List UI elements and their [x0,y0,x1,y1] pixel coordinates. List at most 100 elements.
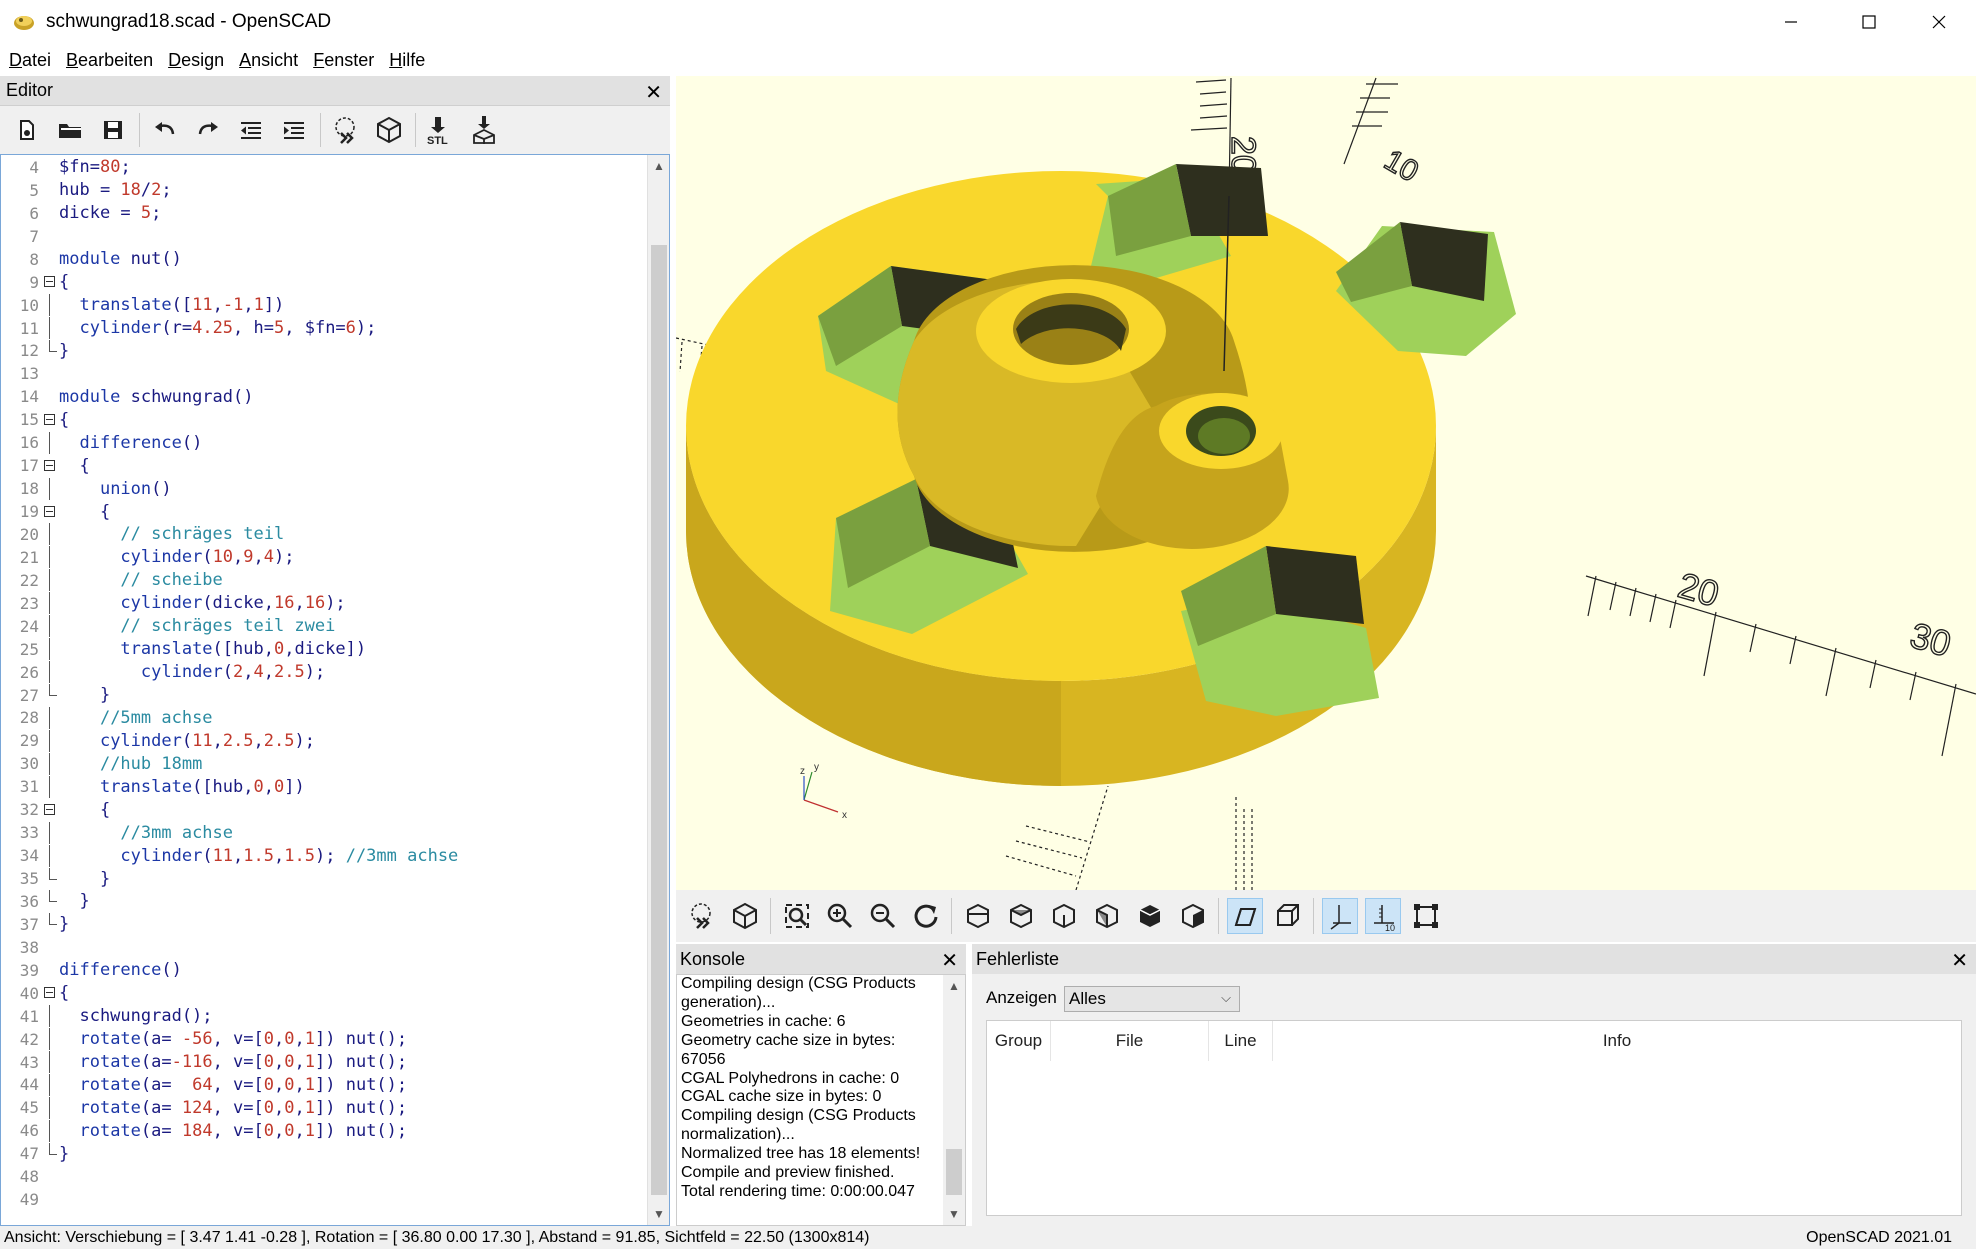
code-line[interactable]: 30 //hub 18mm [1,752,641,775]
indent-button[interactable] [277,113,311,147]
console-scrollbar[interactable]: ▲ ▼ [943,975,965,1225]
code-line[interactable]: 43 rotate(a=-116, v=[0,0,1]) nut(); [1,1051,641,1074]
code-line[interactable]: 31 translate([hub,0,0]) [1,775,641,798]
view-back-button[interactable] [1175,898,1211,934]
show-axes-button[interactable] [1322,898,1358,934]
fold-marker[interactable] [41,799,57,821]
column-header-file[interactable]: File [1051,1021,1209,1061]
code-line[interactable]: 25 translate([hub,0,dicke]) [1,638,641,661]
zoom-in-button[interactable] [822,898,858,934]
scroll-down-icon[interactable]: ▼ [653,1207,665,1221]
reset-view-button[interactable] [908,898,944,934]
maximize-button[interactable] [1834,0,1904,44]
save-button[interactable] [96,113,130,147]
code-line[interactable]: 4 $fn=80; [1,156,641,179]
close-window-button[interactable] [1904,0,1974,44]
view-top-button[interactable] [1003,898,1039,934]
code-line[interactable]: 48 [1,1165,641,1188]
new-file-button[interactable] [10,113,44,147]
code-line[interactable]: 22 // scheibe [1,569,641,592]
console-output[interactable]: Compiling design (CSG Products generation… [676,974,966,1226]
orthogonal-button[interactable] [1270,898,1306,934]
code-line[interactable]: 42 rotate(a= -56, v=[0,0,1]) nut(); [1,1028,641,1051]
code-line[interactable]: 28 //5mm achse [1,706,641,730]
menu-design[interactable]: Design [168,50,224,71]
code-line[interactable]: 20 // schräges teil [1,523,641,546]
send-to-print-button[interactable] [467,113,501,147]
code-line[interactable]: 9{ [1,271,641,294]
scroll-down-icon[interactable]: ▼ [948,1207,960,1221]
export-stl-button[interactable]: STL [424,113,458,147]
code-line[interactable]: 6 dicke = 5; [1,202,641,225]
code-line[interactable]: 46 rotate(a= 184, v=[0,0,1]) nut(); [1,1119,641,1142]
code-line[interactable]: 45 rotate(a= 124, v=[0,0,1]) nut(); [1,1096,641,1119]
perspective-button[interactable] [1227,898,1263,934]
code-line[interactable]: 14 module schwungrad() [1,385,641,408]
code-line[interactable]: 16 difference() [1,431,641,454]
code-line[interactable]: 17 { [1,454,641,477]
open-file-button[interactable] [53,113,87,147]
fold-marker[interactable] [41,455,57,477]
code-line[interactable]: 8 module nut() [1,248,641,271]
redo-button[interactable] [191,113,225,147]
scroll-up-icon[interactable]: ▲ [948,979,960,993]
3d-viewport[interactable]: 20 20 30 20 10 10 [676,76,1976,890]
code-line[interactable]: 21 cylinder(10,9,4); [1,546,641,569]
code-line[interactable]: 37} [1,913,641,936]
code-line[interactable]: 29 cylinder(11,2.5,2.5); [1,729,641,752]
editor-scrollbar[interactable]: ▲ ▼ [647,155,669,1225]
code-line[interactable]: 23 cylinder(dicke,16,16); [1,592,641,615]
code-line[interactable]: 10 translate([11,-1,1]) [1,294,641,317]
render-button[interactable] [372,113,406,147]
undo-button[interactable] [148,113,182,147]
code-line[interactable]: 34 cylinder(11,1.5,1.5); //3mm achse [1,844,641,867]
code-line[interactable]: 44 rotate(a= 64, v=[0,0,1]) nut(); [1,1073,641,1097]
filter-select[interactable]: Alles ⌵ [1064,986,1240,1012]
code-line[interactable]: 13 [1,362,641,385]
fold-marker[interactable] [41,271,57,293]
menu-hilfe[interactable]: Hilfe [389,50,425,71]
menu-datei[interactable]: Datei [9,50,51,71]
view-right-button[interactable] [960,898,996,934]
render-button[interactable] [727,898,763,934]
code-line[interactable]: 49 [1,1188,641,1211]
code-line[interactable]: 38 [1,936,641,959]
close-icon[interactable]: ✕ [645,80,662,105]
code-line[interactable]: 35 } [1,867,641,890]
code-line[interactable]: 26 cylinder(2,4,2.5); [1,661,641,684]
error-table[interactable]: Group File Line Info [986,1020,1962,1216]
code-line[interactable]: 15 { [1,408,641,431]
code-line[interactable]: 11 cylinder(r=4.25, h=5, $fn=6); [1,317,641,340]
code-line[interactable]: 47} [1,1142,641,1165]
fold-marker[interactable] [41,409,57,431]
menu-fenster[interactable]: Fenster [313,50,374,71]
zoom-out-button[interactable] [865,898,901,934]
show-edges-button[interactable] [1408,898,1444,934]
fold-marker[interactable] [41,982,57,1004]
code-line[interactable]: 24 // schräges teil zwei [1,615,641,638]
code-line[interactable]: 5 hub = 18/2; [1,179,641,202]
column-header-info[interactable]: Info [1273,1021,1961,1061]
preview-button[interactable] [329,113,363,147]
console-scroll-thumb[interactable] [946,1149,962,1195]
code-line[interactable]: 41 schwungrad(); [1,1005,641,1028]
code-editor[interactable]: 4 $fn=80; 5 hub = 18/2; 6 dicke = 5; 7 8 module … [0,154,670,1226]
scroll-up-icon[interactable]: ▲ [653,159,665,173]
unindent-button[interactable] [234,113,268,147]
code-line[interactable]: 39 difference() [1,959,641,982]
close-icon[interactable]: ✕ [941,948,958,973]
code-line[interactable]: 12} [1,339,641,363]
preview-button[interactable] [684,898,720,934]
minimize-button[interactable] [1756,0,1826,44]
code-line[interactable]: 18 union() [1,477,641,500]
view-left-button[interactable] [1089,898,1125,934]
close-icon[interactable]: ✕ [1951,948,1968,973]
editor-scroll-thumb[interactable] [651,245,667,1195]
fold-marker[interactable] [41,501,57,523]
column-header-line[interactable]: Line [1209,1021,1273,1061]
menu-ansicht[interactable]: Ansicht [239,50,298,71]
code-line[interactable]: 40 { [1,982,641,1005]
show-scale-markers-button[interactable]: 10 [1365,898,1401,934]
code-line[interactable]: 19 { [1,500,641,523]
code-line[interactable]: 27 } [1,684,641,707]
